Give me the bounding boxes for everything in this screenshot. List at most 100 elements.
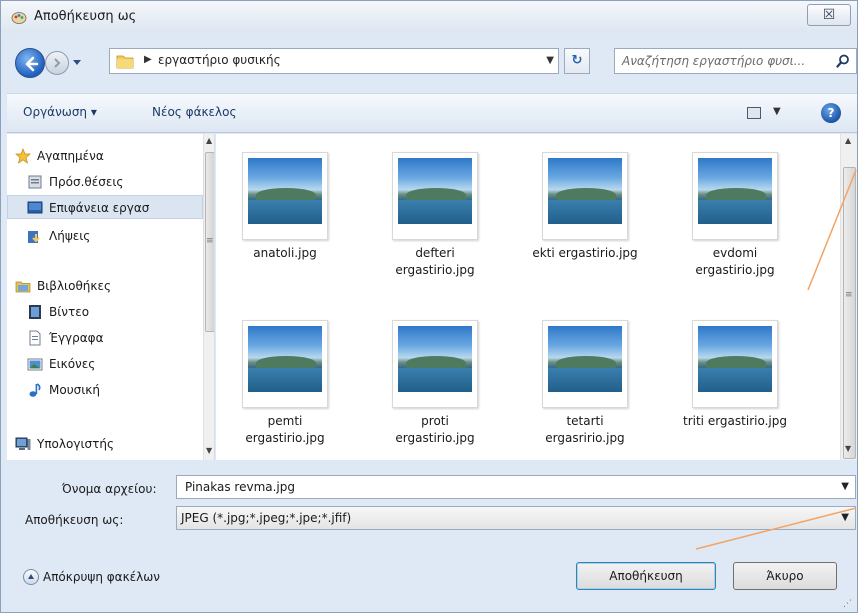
- address-bar[interactable]: ▶ εργαστήριο φυσικής ▼: [109, 48, 559, 74]
- nav-label: Έγγραφα: [49, 331, 104, 345]
- image-thumbnail: [692, 152, 778, 240]
- nav-item-libraries[interactable]: Βιβλιοθήκες: [7, 274, 203, 298]
- file-list: anatoli.jpg defteri ergastirio.jpg ekti e…: [216, 134, 857, 460]
- scroll-up-icon[interactable]: ▲: [845, 136, 851, 145]
- folder-icon: [116, 55, 134, 69]
- filename-input[interactable]: Pinakas revma.jpg: [185, 480, 295, 494]
- star-icon: [15, 148, 31, 164]
- desktop-icon: [27, 201, 43, 214]
- resize-grip-icon[interactable]: ⋰: [843, 599, 852, 609]
- image-thumbnail: [542, 320, 628, 408]
- nav-item-favorites[interactable]: Αγαπημένα: [7, 144, 203, 168]
- scroll-up-icon[interactable]: ▲: [206, 136, 212, 145]
- new-folder-button[interactable]: Νέος φάκελος: [152, 105, 237, 119]
- scroll-down-icon[interactable]: ▼: [845, 444, 851, 453]
- save-type-label: Αποθήκευση ως:: [25, 513, 124, 527]
- scroll-grip-icon: ≡: [206, 236, 213, 246]
- nav-item-video[interactable]: Βίντεο: [7, 300, 203, 324]
- forward-button[interactable]: [45, 51, 69, 75]
- scroll-grip-icon: ≡: [845, 290, 852, 300]
- command-toolbar: Οργάνωση ▾ Νέος φάκελος ▼ ?: [7, 93, 857, 133]
- view-dropdown-icon[interactable]: ▼: [773, 106, 781, 117]
- back-button[interactable]: [15, 48, 45, 78]
- downloads-icon: [28, 231, 40, 243]
- nav-label: Υπολογιστής: [37, 437, 114, 451]
- file-name: tetarti ergasririo.jpg: [545, 414, 625, 445]
- file-list-scrollbar[interactable]: ▲ ≡ ▼: [840, 134, 857, 460]
- search-input[interactable]: Αναζήτηση εργαστήριο φυσι...: [622, 54, 805, 68]
- nav-item-documents[interactable]: Έγγραφα: [7, 326, 203, 350]
- video-icon: [29, 305, 41, 319]
- nav-item-downloads[interactable]: Λήψεις: [7, 224, 203, 248]
- image-thumbnail: [692, 320, 778, 408]
- breadcrumb-current[interactable]: εργαστήριο φυσικής: [158, 53, 281, 67]
- save-type-value: JPEG (*.jpg;*.jpeg;*.jpe;*.jfif): [181, 511, 352, 525]
- cancel-button[interactable]: Άκυρο: [733, 562, 837, 590]
- file-name: defteri ergastirio.jpg: [395, 246, 475, 277]
- breadcrumb-arrow-icon[interactable]: ▶: [144, 54, 152, 65]
- scroll-down-icon[interactable]: ▼: [206, 446, 212, 455]
- nav-label: Αγαπημένα: [37, 149, 104, 163]
- recent-places-icon: [28, 175, 42, 189]
- nav-item-recent-places[interactable]: Πρόσ.θέσεις: [7, 170, 203, 194]
- close-button[interactable]: ☒: [807, 4, 851, 26]
- arrow-left-icon: [25, 56, 39, 72]
- nav-label: Λήψεις: [49, 229, 91, 243]
- save-as-dialog: Αποθήκευση ως ☒ ▶ εργαστήριο φυσικής ▼ ↻…: [0, 0, 858, 613]
- file-name: pemti ergastirio.jpg: [245, 414, 325, 445]
- file-item[interactable]: ekti ergastirio.jpg: [520, 142, 650, 282]
- help-button[interactable]: ?: [821, 103, 841, 123]
- nav-label: Βιβλιοθήκες: [37, 279, 112, 293]
- chevron-down-icon[interactable]: ▼: [841, 512, 849, 523]
- nav-label: Πρόσ.θέσεις: [49, 175, 124, 189]
- image-thumbnail: [392, 152, 478, 240]
- image-thumbnail: [392, 320, 478, 408]
- file-item[interactable]: triti ergastirio.jpg: [670, 310, 800, 450]
- filename-field[interactable]: Pinakas revma.jpg ▼: [176, 475, 856, 499]
- nav-label: Μουσική: [49, 383, 100, 397]
- nav-label: Εικόνες: [49, 357, 96, 371]
- pictures-icon: [27, 358, 43, 371]
- save-type-select[interactable]: JPEG (*.jpg;*.jpeg;*.jpe;*.jfif) ▼: [176, 506, 856, 530]
- nav-item-computer[interactable]: Υπολογιστής: [7, 432, 203, 456]
- search-icon[interactable]: [836, 54, 850, 68]
- computer-icon: [15, 437, 31, 450]
- organize-menu-button[interactable]: Οργάνωση ▾: [23, 105, 97, 119]
- view-options-icon[interactable]: [747, 107, 761, 119]
- window-title: Αποθήκευση ως: [34, 9, 137, 24]
- save-button[interactable]: Αποθήκευση: [576, 562, 716, 590]
- paint-app-icon: [11, 12, 27, 24]
- file-scroll-thumb[interactable]: [843, 167, 856, 459]
- file-item[interactable]: evdomi ergastirio.jpg: [670, 142, 800, 282]
- nav-item-desktop[interactable]: Επιφάνεια εργασ: [7, 195, 203, 219]
- history-dropdown-icon[interactable]: [72, 55, 82, 69]
- nav-label: Επιφάνεια εργασ: [49, 201, 150, 215]
- file-item[interactable]: pemti ergastirio.jpg: [220, 310, 350, 450]
- address-dropdown-icon[interactable]: ▼: [546, 55, 554, 66]
- documents-icon: [29, 330, 41, 346]
- file-name: triti ergastirio.jpg: [683, 414, 787, 428]
- title-bar: Αποθήκευση ως ☒: [1, 1, 857, 33]
- nav-scrollbar[interactable]: ▲ ≡ ▼: [203, 134, 214, 460]
- hide-folders-label: Απόκρυψη φακέλων: [43, 570, 160, 584]
- file-item[interactable]: anatoli.jpg: [220, 142, 350, 282]
- image-thumbnail: [242, 152, 328, 240]
- refresh-button[interactable]: ↻: [564, 48, 590, 74]
- navigation-bar: ▶ εργαστήριο φυσικής ▼ ↻ Αναζήτηση εργασ…: [1, 45, 857, 79]
- music-icon: [29, 383, 41, 397]
- file-name: proti ergastirio.jpg: [395, 414, 475, 445]
- libraries-icon: [15, 281, 31, 293]
- search-box[interactable]: Αναζήτηση εργαστήριο φυσι...: [614, 48, 857, 74]
- nav-label: Βίντεο: [49, 305, 90, 319]
- file-item[interactable]: proti ergastirio.jpg: [370, 310, 500, 450]
- chevron-down-icon[interactable]: ▼: [841, 481, 849, 492]
- file-item[interactable]: defteri ergastirio.jpg: [370, 142, 500, 282]
- arrow-right-icon: [54, 58, 61, 68]
- file-name: anatoli.jpg: [253, 246, 317, 260]
- nav-item-pictures[interactable]: Εικόνες: [7, 352, 203, 376]
- file-item[interactable]: tetarti ergasririo.jpg: [520, 310, 650, 450]
- filename-label: Όνομα αρχείου:: [62, 482, 157, 496]
- image-thumbnail: [242, 320, 328, 408]
- navigation-pane: Αγαπημένα Πρόσ.θέσεις Επιφάνεια εργασ Λή…: [7, 134, 215, 460]
- nav-item-music[interactable]: Μουσική: [7, 378, 203, 402]
